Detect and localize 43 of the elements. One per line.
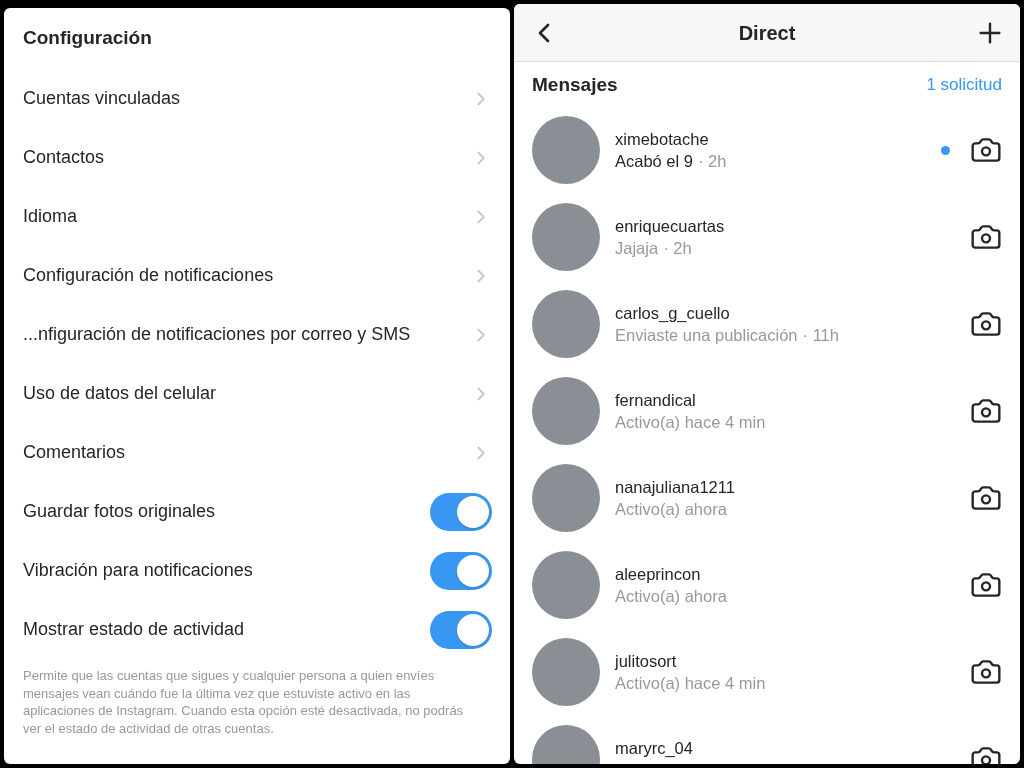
conversation-row[interactable]: fernandical Activo(a) hace 4 min <box>514 367 1020 454</box>
username: carlos_g_cuello <box>615 303 731 324</box>
username: julitosort <box>615 651 678 672</box>
conversation-row[interactable]: nanajuliana1211 Activo(a) ahora <box>514 454 1020 541</box>
message-preview: Activo(a) hace 4 min <box>615 673 766 694</box>
setting-label: Vibración para notificaciones <box>23 559 253 582</box>
username: nanajuliana1211 <box>615 477 736 498</box>
setting-label: Comentarios <box>23 441 126 464</box>
conversation-row[interactable]: aleeprincon Activo(a) ahora <box>514 541 1020 628</box>
message-preview: Acabó el 9 <box>615 151 693 172</box>
toggle-switch[interactable] <box>430 610 492 649</box>
toggle-switch[interactable] <box>430 551 492 590</box>
username: ximebotache <box>615 129 710 150</box>
setting-label: Contactos <box>23 146 105 169</box>
setting-label: Uso de datos del celular <box>23 382 217 405</box>
message-preview: Activo(a) ahora <box>615 586 727 607</box>
setting-label: ...nfiguración de notificaciones por correo y SMS <box>23 323 411 346</box>
toggle-switch[interactable] <box>430 492 492 531</box>
setting-label: Guardar fotos originales <box>23 500 216 523</box>
message-time: · 2h <box>698 151 727 172</box>
setting-label: Idioma <box>23 205 78 228</box>
message-preview: Enviaste una publicación <box>615 325 798 346</box>
footnote-text: Permite que las cuentas que sigues y cualquier persona a quien envíes mensajes vean cuándo fue la última vez que estuviste activo en las aplicaciones de Instagram. Cuando esta opción esté desactivada, no podrás ver el estado de actividad de otras cuentas. <box>22 667 465 737</box>
message-time: · 2h <box>663 238 692 259</box>
conversation-row[interactable]: carlos_g_cuello Enviaste una publicación · 11h <box>514 280 1020 367</box>
conversation-row[interactable]: maryrc_04 <box>514 715 1020 764</box>
message-preview: Activo(a) ahora <box>615 499 727 520</box>
setting-label: Configuración de notificaciones <box>23 264 274 287</box>
username: enriquecuartas <box>615 216 726 237</box>
username: fernandical <box>615 390 697 411</box>
settings-title: Configuración <box>23 26 152 51</box>
conversation-row[interactable]: julitosort Activo(a) hace 4 min <box>514 628 1020 715</box>
username: maryrc_04 <box>615 738 694 759</box>
conversation-row[interactable]: enriquecuartas Jajaja · 2h <box>514 193 1020 280</box>
setting-label: Cuentas vinculadas <box>23 87 181 110</box>
header-title: Direct <box>738 20 796 46</box>
message-preview: Activo(a) hace 4 min <box>615 412 766 433</box>
username: aleeprincon <box>615 564 702 585</box>
setting-label: Mostrar estado de actividad <box>23 618 245 641</box>
message-preview: Jajaja <box>615 238 659 259</box>
conversation-row[interactable]: ximebotache Acabó el 9 · 2h <box>514 106 1020 193</box>
section-title: Mensajes <box>532 72 618 97</box>
message-time: · 11h <box>802 325 839 346</box>
